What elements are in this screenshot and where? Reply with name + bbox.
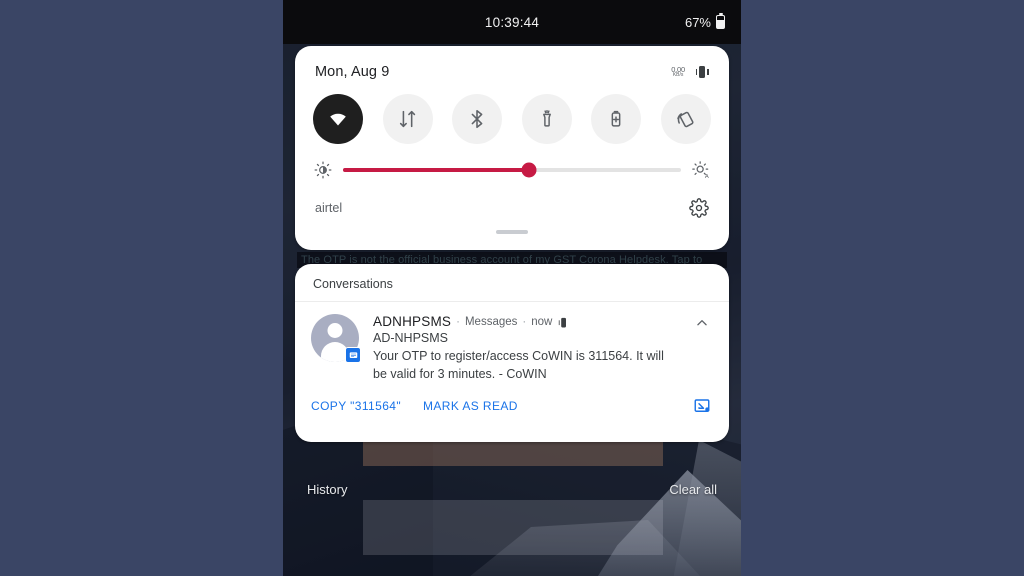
battery-icon xyxy=(716,15,725,29)
notification-title: AD-NHPSMS xyxy=(373,331,449,345)
status-bar-right: 67% xyxy=(685,15,725,30)
vibrate-icon xyxy=(558,317,567,328)
settings-button[interactable] xyxy=(689,198,709,218)
qs-tile-mobile-data[interactable] xyxy=(382,94,433,144)
qs-tile-bluetooth[interactable] xyxy=(452,94,503,144)
notification-text-block: ADNHPSMS · Messages · now AD-NHPSMS Your… xyxy=(373,314,677,383)
brightness-slider[interactable] xyxy=(343,162,681,178)
network-speed-indicator: 0.00 KB/s xyxy=(671,66,685,79)
notification-actions: COPY "311564" MARK AS READ xyxy=(295,383,729,417)
notification-shade-footer: History Clear all xyxy=(283,460,741,576)
bluetooth-icon xyxy=(471,109,483,129)
status-clock: 10:39:44 xyxy=(484,14,540,30)
notification-sender: ADNHPSMS xyxy=(373,314,452,329)
quick-settings-date: Mon, Aug 9 xyxy=(315,64,390,80)
quick-settings-panel: Mon, Aug 9 0.00 KB/s A airtel xyxy=(295,46,729,250)
history-button[interactable]: History xyxy=(307,482,347,497)
status-bar: 10:39:44 67% xyxy=(283,0,741,44)
brightness-auto-icon: A xyxy=(692,161,709,180)
gear-icon xyxy=(689,198,709,218)
meta-separator: · xyxy=(522,315,527,328)
carrier-label: airtel xyxy=(315,201,343,215)
vibrate-icon xyxy=(695,65,709,79)
brightness-slider-thumb[interactable] xyxy=(521,162,537,178)
messages-app-icon xyxy=(345,347,361,363)
chevron-up-icon xyxy=(697,320,707,326)
qs-tile-wifi[interactable] xyxy=(313,94,363,144)
brightness-low-icon xyxy=(314,161,332,179)
clear-all-button[interactable]: Clear all xyxy=(669,482,717,497)
brightness-slider-fill xyxy=(343,168,529,172)
notification-message: Your OTP to register/access CoWIN is 311… xyxy=(373,349,664,382)
panel-drag-handle[interactable] xyxy=(496,230,528,234)
notification-item[interactable]: ADNHPSMS · Messages · now AD-NHPSMS Your… xyxy=(295,302,729,383)
avatar-wrapper xyxy=(311,314,361,363)
notification-time: now xyxy=(531,315,553,328)
quick-settings-tiles xyxy=(295,84,729,144)
battery-percent-label: 67% xyxy=(684,14,711,30)
notification-panel: Conversations ADNHPSMS · Messages · now … xyxy=(295,264,729,442)
notification-app-label: Messages xyxy=(464,315,518,328)
data-transfer-icon xyxy=(399,110,415,128)
copy-otp-button[interactable]: COPY "311564" xyxy=(311,399,401,413)
collapse-notification-button[interactable] xyxy=(691,312,713,334)
qs-tile-auto-rotate[interactable] xyxy=(660,94,711,144)
quick-settings-header-right: 0.00 KB/s xyxy=(671,65,709,79)
svg-text:A: A xyxy=(705,174,709,180)
meta-separator: · xyxy=(456,315,460,328)
quick-settings-footer: airtel xyxy=(295,180,729,234)
mark-as-read-button[interactable]: MARK AS READ xyxy=(423,399,518,413)
notification-meta: ADNHPSMS · Messages · now xyxy=(373,314,677,329)
bubble-icon xyxy=(694,399,710,413)
conversations-section-header: Conversations xyxy=(295,264,729,302)
qs-tile-flashlight[interactable] xyxy=(521,94,572,144)
wifi-icon xyxy=(330,113,346,126)
phone-screen: The OTP is not the official business acc… xyxy=(283,0,741,576)
flashlight-icon xyxy=(542,110,551,127)
battery-plus-icon xyxy=(611,110,621,127)
brightness-row: A xyxy=(295,144,729,180)
message-bubble-glyph xyxy=(349,351,357,358)
screen-rotation-icon xyxy=(677,111,694,127)
network-speed-unit: KB/s xyxy=(672,72,684,79)
quick-settings-header: Mon, Aug 9 0.00 KB/s xyxy=(295,46,729,84)
bubble-button[interactable] xyxy=(691,395,713,417)
screenshot-root: The OTP is not the official business acc… xyxy=(0,0,1024,576)
qs-tile-battery-saver[interactable] xyxy=(591,94,642,144)
